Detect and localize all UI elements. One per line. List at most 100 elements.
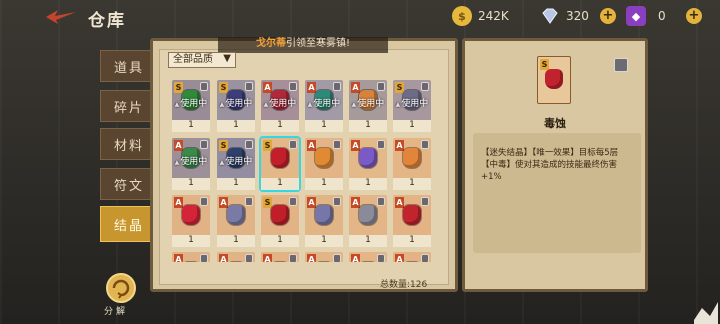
rank-badge: A (219, 197, 228, 208)
rank-badge: A (174, 254, 183, 262)
notice-message: 引领至寒雾镇! (285, 38, 350, 49)
top-bar: 仓库 $ 242K 320 + ◆ 0 + (0, 0, 720, 34)
decompose-button[interactable] (106, 273, 136, 303)
detail-name: 毒蚀 (544, 117, 566, 130)
lock-icon (377, 254, 385, 262)
rank-badge: A (351, 254, 360, 262)
total-count: 总数量:126 (380, 280, 428, 290)
crystal-card[interactable]: A1 (305, 195, 343, 247)
crystal-card[interactable]: S 使用中 1 (217, 138, 255, 190)
item-count: 1 (233, 178, 239, 188)
crystal-card[interactable]: A (349, 252, 387, 262)
rank-badge: A (351, 82, 360, 93)
crystal-card[interactable]: A (261, 252, 299, 262)
lock-icon (377, 82, 385, 91)
crystal-card[interactable]: A (393, 252, 431, 262)
in-use-label: 使用中 (172, 96, 210, 109)
item-count: 1 (233, 120, 239, 130)
rank-badge: A (395, 254, 404, 262)
crystal-gem-icon (403, 205, 421, 225)
chevron-down-icon: ▼ (223, 53, 231, 64)
lock-icon (245, 82, 253, 91)
add-diamond-button[interactable]: + (600, 8, 616, 24)
lock-icon (421, 197, 429, 206)
add-ticket-button[interactable]: + (686, 8, 702, 24)
crystal-gem-icon (359, 205, 377, 225)
crystal-card[interactable]: S1 (259, 136, 301, 192)
detail-rank-badge: S (540, 59, 549, 70)
in-use-label: 使用中 (217, 154, 255, 167)
item-count: 1 (321, 235, 327, 245)
lock-icon (289, 82, 297, 91)
rank-badge: A (263, 82, 272, 93)
tab-label: 符文 (113, 178, 144, 194)
notice-text: 戈尔蒂引领至寒雾镇! (218, 37, 388, 51)
crystal-card[interactable]: A 使用中 1 (305, 80, 343, 132)
item-count: 1 (188, 120, 194, 130)
crystal-card[interactable]: A1 (393, 138, 431, 190)
crystal-card[interactable]: A1 (349, 138, 387, 190)
crystal-card[interactable]: S1 (261, 195, 299, 247)
rank-badge: A (351, 140, 360, 151)
lock-icon[interactable] (614, 58, 628, 72)
decompose-label: 分解 (104, 307, 129, 317)
crystal-gem-icon (271, 205, 289, 225)
lock-icon (245, 197, 253, 206)
item-count: 1 (365, 178, 371, 188)
gold-resource: $ 242K (452, 6, 509, 26)
lock-icon (289, 254, 297, 262)
crystal-card[interactable]: A (217, 252, 255, 262)
in-use-label: 使用中 (305, 96, 343, 109)
notice-highlight: 戈尔蒂 (255, 38, 286, 49)
notice-banner: 戈尔蒂引领至寒雾镇! (218, 37, 388, 53)
crystal-gem-icon (545, 69, 563, 89)
rank-badge: S (263, 140, 272, 151)
crystal-card[interactable]: A 使用中 1 (349, 80, 387, 132)
lock-icon (200, 254, 208, 262)
rank-badge: S (219, 140, 228, 151)
item-count: 1 (409, 120, 415, 130)
rank-badge: A (395, 197, 404, 208)
back-arrow-icon[interactable] (44, 8, 78, 26)
rank-badge: A (307, 140, 316, 151)
tab-label: 材料 (113, 138, 144, 154)
filter-selected: 全部品质 (173, 54, 213, 65)
lock-icon (200, 140, 208, 149)
crystal-card[interactable]: S 使用中 1 (172, 80, 210, 132)
crystal-card[interactable]: A1 (349, 195, 387, 247)
item-count: 1 (277, 235, 283, 245)
crystal-card[interactable]: A1 (393, 195, 431, 247)
crystal-gem-icon (227, 205, 245, 225)
lock-icon (289, 197, 297, 206)
crystal-card[interactable]: S 使用中 1 (393, 80, 431, 132)
crystal-card[interactable]: A1 (217, 195, 255, 247)
crystal-card[interactable]: A (172, 252, 210, 262)
tab-label: 道具 (113, 60, 144, 76)
crystal-card[interactable]: A (305, 252, 343, 262)
lock-icon (421, 82, 429, 91)
in-use-label: 使用中 (393, 96, 431, 109)
crystal-gem-icon (182, 205, 200, 225)
crystal-card[interactable]: A 使用中 1 (261, 80, 299, 132)
crystal-card[interactable]: A1 (305, 138, 343, 190)
rank-badge: S (219, 82, 228, 93)
crystal-card[interactable]: S 使用中 1 (217, 80, 255, 132)
item-count: 1 (365, 120, 371, 130)
lock-icon (421, 254, 429, 262)
detail-crystal-card: S (537, 56, 571, 104)
rank-badge: A (351, 197, 360, 208)
lock-icon (200, 82, 208, 91)
crystal-card[interactable]: A1 (172, 195, 210, 247)
ornament-icon (694, 302, 718, 324)
ticket-value: 0 (658, 9, 666, 23)
item-count: 1 (233, 235, 239, 245)
crystal-card[interactable]: A 使用中 1 (172, 138, 210, 190)
ticket-icon: ◆ (626, 6, 646, 26)
lock-icon (333, 140, 341, 149)
in-use-label: 使用中 (172, 154, 210, 167)
rank-badge: A (263, 254, 272, 262)
lock-icon (200, 197, 208, 206)
crystal-gem-icon (315, 205, 333, 225)
quality-filter-dropdown[interactable]: 全部品质 ▼ (168, 52, 236, 68)
lock-icon (333, 197, 341, 206)
